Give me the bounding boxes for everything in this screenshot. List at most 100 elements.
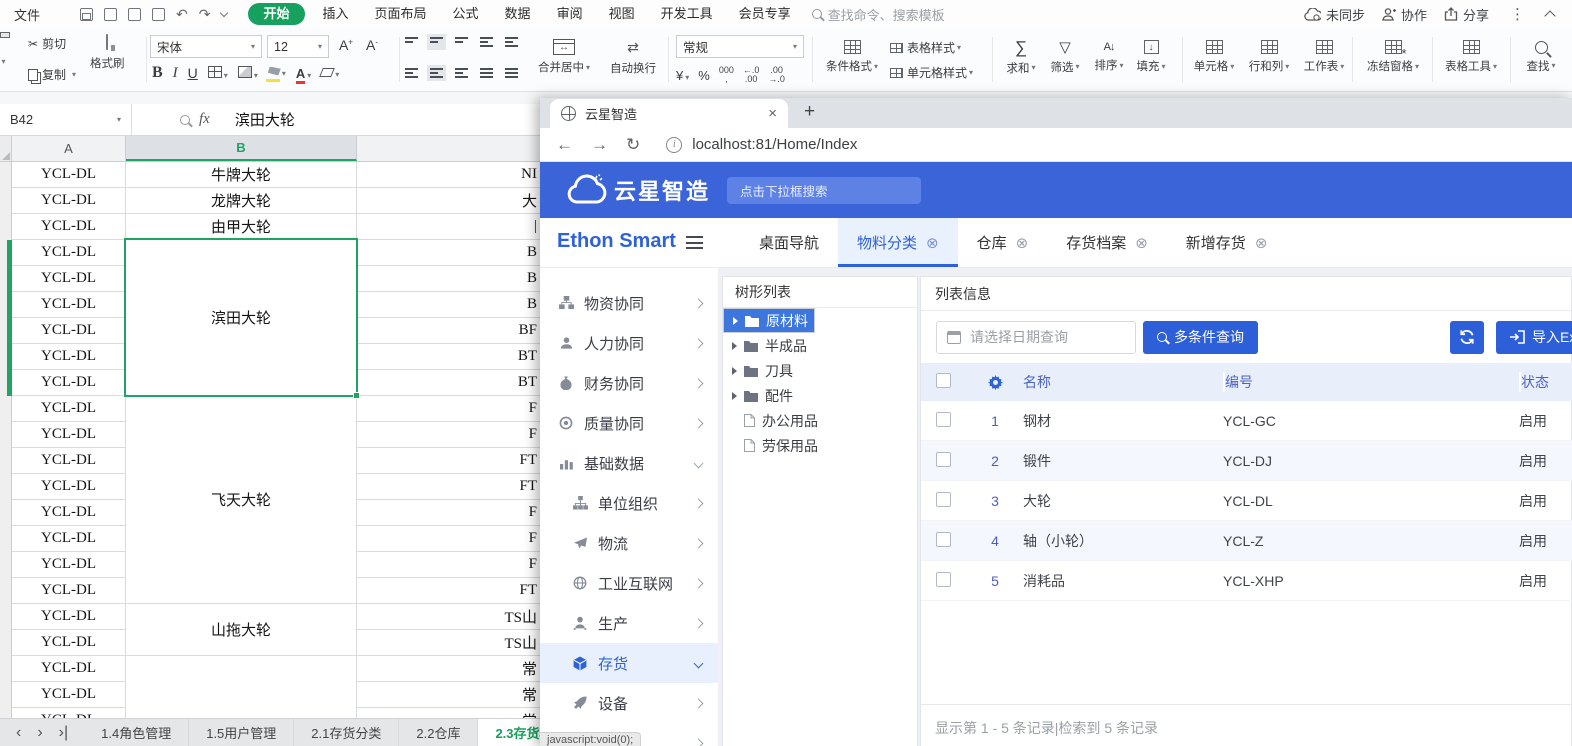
grid-cell-c-fragment[interactable]: B (357, 240, 540, 266)
align-center-icon[interactable] (430, 68, 443, 78)
cells-button[interactable]: 单元格▾ (1188, 28, 1240, 86)
prev-sheet-icon[interactable]: › (37, 724, 42, 742)
grid-cell-c-fragment[interactable]: FT (357, 474, 540, 500)
grid-cell-c-fragment[interactable]: 大 (357, 188, 540, 214)
table-row[interactable]: 2锻件YCL-DJ启用 (921, 441, 1572, 481)
format-painter-button[interactable]: 格式刷 (90, 35, 125, 71)
tab-close-circle-icon[interactable]: ⊗ (1016, 234, 1029, 252)
grid-cell-a[interactable]: YCL-DL (12, 214, 126, 240)
thousands-separator-button[interactable]: 000, (719, 66, 734, 84)
increase-indent-icon[interactable] (505, 37, 518, 47)
grid-cell-c-fragment[interactable]: | (357, 214, 540, 240)
sidebar-item-5[interactable]: 单位组织 (540, 483, 718, 523)
wps-ribbon-tab-8[interactable]: 会员专享 (726, 0, 804, 28)
align-top-icon[interactable] (405, 37, 418, 47)
site-info-icon[interactable] (666, 137, 682, 153)
command-search[interactable]: 查找命令、搜索模板 (812, 5, 945, 24)
save-icon[interactable] (80, 8, 93, 21)
copy-button[interactable]: 复制▾ (28, 66, 76, 83)
tab-close-circle-icon[interactable]: ⊗ (926, 234, 939, 252)
grid-cell-a[interactable]: YCL-DL (12, 370, 126, 396)
grid-cell-a[interactable]: YCL-DL (12, 292, 126, 318)
grid-cell-a[interactable]: YCL-DL (12, 448, 126, 474)
sidebar-item-4[interactable]: 基础数据 (540, 443, 718, 483)
header-status[interactable]: 状态 (1519, 372, 1572, 392)
grid-cell-c-fragment[interactable]: FT (357, 578, 540, 604)
grid-cell-a[interactable]: YCL-DL (12, 552, 126, 578)
tab-close-icon[interactable]: × (768, 105, 777, 122)
grid-cell-b-selected[interactable]: 滨田大轮 (126, 240, 357, 396)
tree-item-3[interactable]: 刀具 (723, 358, 917, 383)
increase-font-icon[interactable]: A+ (339, 37, 353, 53)
table-row[interactable]: 3大轮YCL-DL启用 (921, 481, 1572, 521)
sidebar-item-10[interactable]: 设备 (540, 683, 718, 723)
tree-item-5[interactable]: 办公用品 (723, 408, 917, 433)
redo-icon[interactable]: ↷ (199, 6, 211, 23)
number-format-select[interactable]: 常规▾ (676, 35, 804, 58)
tree-item-2[interactable]: 半成品 (723, 333, 917, 358)
refresh-button[interactable] (1450, 321, 1484, 354)
browser-tab[interactable]: 云星智造 × (550, 99, 788, 128)
eraser-button[interactable]: ▾ (321, 66, 339, 80)
row-checkbox[interactable] (936, 532, 951, 547)
sidebar-item-6[interactable]: 物流 (540, 523, 718, 563)
align-left-icon[interactable] (405, 68, 418, 78)
sync-status[interactable]: 未同步 (1304, 5, 1365, 24)
bold-button[interactable]: B (152, 64, 163, 82)
row-checkbox[interactable] (936, 572, 951, 587)
select-all-checkbox[interactable] (936, 373, 951, 388)
font-color-button[interactable]: A▾ (296, 66, 311, 81)
forward-icon[interactable]: → (591, 135, 608, 155)
date-query-input[interactable]: 请选择日期查询 (936, 321, 1136, 354)
freeze-panes-button[interactable]: 冻结窗格▾ (1358, 28, 1428, 86)
grid-cell-c-fragment[interactable]: F (357, 552, 540, 578)
font-size-select[interactable]: 12▾ (267, 35, 329, 58)
column-header-a[interactable]: A (12, 136, 126, 161)
sheet-tab-2[interactable]: 2.1存货分类 (294, 719, 399, 746)
find-button[interactable]: 查找▾ (1516, 28, 1566, 86)
sidebar-item-0[interactable]: 物资协同 (540, 283, 718, 323)
fill-button[interactable]: ↓填充▾ (1130, 28, 1172, 86)
grid-cell-c-fragment[interactable]: NI (357, 162, 540, 188)
grid-cell-b[interactable]: 飞天大轮 (126, 396, 357, 604)
grid-cell-c-fragment[interactable]: F (357, 396, 540, 422)
sidebar-item-1[interactable]: 人力协同 (540, 323, 718, 363)
more-menu-icon[interactable]: ⋮ (1510, 5, 1525, 23)
grid-cell-b[interactable]: 牛牌大轮 (126, 162, 357, 188)
grid-cell-c-fragment[interactable]: F (357, 526, 540, 552)
table-row[interactable]: 4轴（小轮）YCL-Z启用 (921, 521, 1572, 561)
collapse-ribbon-icon[interactable] (1544, 10, 1555, 21)
decrease-indent-icon[interactable] (480, 37, 493, 47)
grid-cell-a[interactable]: YCL-DL (12, 240, 126, 266)
percent-button[interactable]: % (698, 68, 710, 83)
grid-cell-c-fragment[interactable]: 常 (357, 682, 540, 708)
sheet-tab-3[interactable]: 2.2仓库 (399, 719, 478, 746)
column-header-b[interactable]: B (126, 136, 357, 161)
merge-center-button[interactable]: ↔ 合并居中▾ (528, 28, 600, 86)
multi-condition-query-button[interactable]: 多条件查询 (1143, 321, 1258, 354)
decrease-decimal-button[interactable]: .00→.0 (768, 66, 785, 84)
table-row[interactable]: 1钢材YCL-GC启用 (921, 401, 1572, 441)
font-name-select[interactable]: 宋体▾ (150, 35, 262, 58)
sort-button[interactable]: A↓排序▾ (1088, 28, 1130, 86)
grid-cell-c-fragment[interactable]: B (357, 266, 540, 292)
grid-cell-a[interactable]: YCL-DL (12, 344, 126, 370)
grid-cell-c-fragment[interactable]: B (357, 292, 540, 318)
grid-cell-a[interactable]: YCL-DL (12, 578, 126, 604)
new-tab-icon[interactable]: + (804, 101, 815, 123)
column-settings-button[interactable] (967, 375, 1023, 390)
currency-button[interactable]: ¥▾ (676, 68, 689, 83)
grid-cell-c-fragment[interactable]: F (357, 422, 540, 448)
last-sheet-icon[interactable]: ›| (59, 724, 68, 742)
justify-icon[interactable] (480, 68, 493, 78)
grid-cell-a[interactable]: YCL-DL (12, 162, 126, 188)
wps-ribbon-tab-3[interactable]: 公式 (440, 0, 492, 28)
sidebar-item-7[interactable]: 工业互联网 (540, 563, 718, 603)
header-code[interactable]: 编号 (1223, 372, 1519, 392)
collaborate-button[interactable]: 协作 (1382, 5, 1427, 24)
header-search-box[interactable]: 点击下拉框搜索 (727, 177, 921, 204)
app-tab-3[interactable]: 存货档案⊗ (1047, 218, 1167, 267)
print-icon[interactable] (128, 8, 141, 21)
grid-cell-a[interactable]: YCL-DL (12, 474, 126, 500)
grid-cell-b[interactable]: 由甲大轮 (126, 214, 357, 240)
